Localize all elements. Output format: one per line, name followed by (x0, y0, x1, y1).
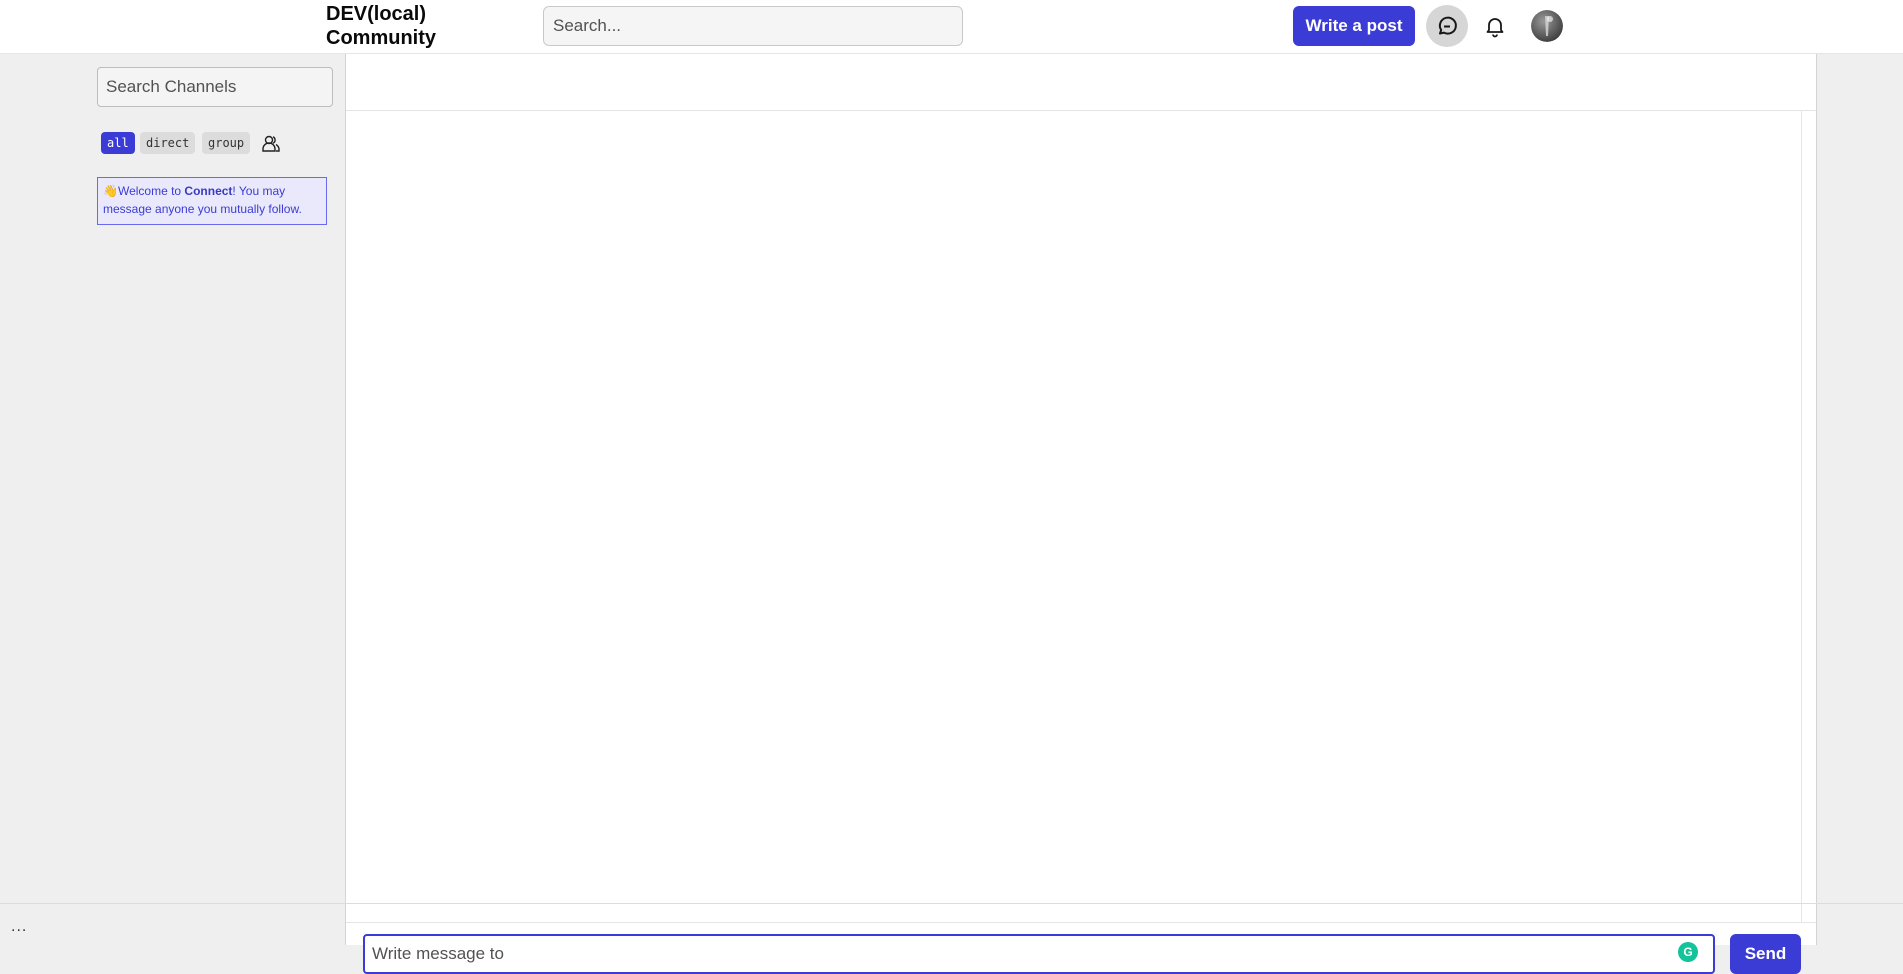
filter-group-button[interactable]: group (202, 132, 251, 154)
notifications-bell-icon[interactable] (1474, 5, 1516, 47)
channel-search-input[interactable] (97, 67, 333, 107)
top-header: DEV(local) Community Write a post (0, 0, 1903, 54)
site-logo[interactable]: DEV(local) Community (326, 2, 466, 50)
send-button[interactable]: Send (1730, 934, 1801, 974)
chat-panel: G Send (345, 54, 1817, 974)
more-options-icon[interactable]: ... (11, 918, 27, 936)
user-avatar[interactable] (1531, 10, 1563, 42)
footer-divider (0, 903, 1903, 904)
wave-icon: 👋 (103, 184, 118, 198)
chat-header (346, 54, 1816, 111)
welcome-prefix: Welcome to (117, 184, 185, 198)
message-input[interactable] (363, 934, 1715, 974)
grammarly-icon[interactable]: G (1678, 942, 1698, 962)
welcome-message: 👋Welcome to Connect! You may message any… (97, 177, 327, 225)
people-icon[interactable] (261, 132, 281, 154)
welcome-brand: Connect (184, 184, 233, 198)
filter-all-button[interactable]: all (101, 132, 135, 154)
message-list[interactable] (346, 111, 1802, 922)
write-post-button[interactable]: Write a post (1293, 6, 1415, 46)
connect-chat-icon[interactable] (1426, 5, 1468, 47)
composer: G Send (346, 922, 1816, 974)
site-search-input[interactable] (543, 6, 963, 46)
filter-direct-button[interactable]: direct (140, 132, 196, 154)
